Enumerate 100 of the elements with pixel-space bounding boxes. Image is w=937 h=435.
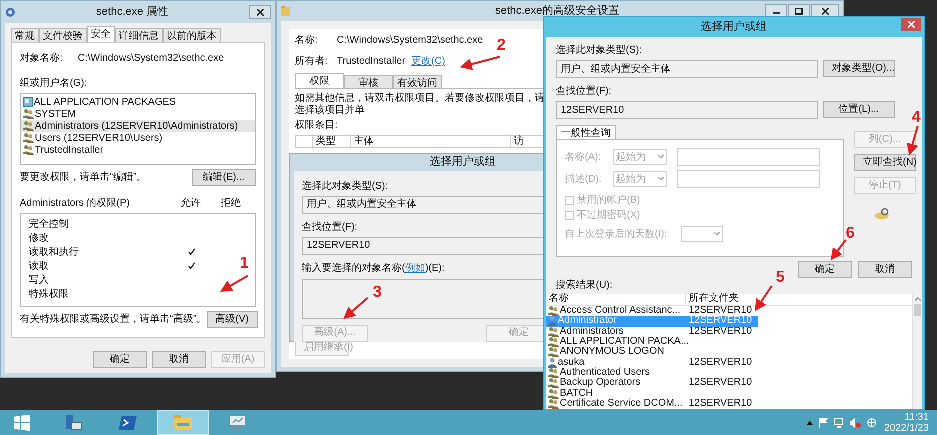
list-item[interactable]: ALL APPLICATION PACKAGES <box>21 96 255 108</box>
label: 输入要选择的对象名称(例如)(E): <box>302 262 446 276</box>
button[interactable]: 取消 <box>858 261 912 278</box>
close-button[interactable] <box>249 5 271 19</box>
label: 所有者: <box>295 54 329 69</box>
permission-name: 写入 <box>29 274 50 288</box>
scroll-thumb[interactable] <box>914 304 921 316</box>
button[interactable]: 对象类型(O)... <box>823 60 895 77</box>
close-icon <box>256 8 264 16</box>
users-icon <box>548 347 559 358</box>
permission-name: 修改 <box>29 232 50 246</box>
result-row[interactable]: BATCH <box>546 388 758 399</box>
list-item[interactable]: Administrators (12SERVER10\Administrators) <box>21 120 255 132</box>
text-field[interactable] <box>677 170 820 188</box>
label: 描述(D): <box>565 172 603 186</box>
permission-name: 读取 <box>29 260 50 274</box>
tab[interactable]: 安全 <box>87 26 115 42</box>
scroll-up-icon <box>914 297 920 301</box>
button[interactable]: 确定 <box>93 351 147 368</box>
chevron-icon <box>658 177 664 181</box>
button[interactable]: 取消 <box>152 351 206 368</box>
dropdown[interactable] <box>681 226 723 242</box>
tab[interactable]: 有效访问 <box>393 75 442 88</box>
result-row[interactable]: Certificate Service DCOM... 12SERVER10 <box>546 398 758 409</box>
column-header[interactable]: 访 <box>510 134 524 149</box>
column-header[interactable]: 所在文件夹 <box>686 294 739 305</box>
scrollbar[interactable] <box>912 294 922 409</box>
label: 查找位置(F): <box>302 220 359 234</box>
label: 拒绝 <box>220 196 242 211</box>
taskbar-app[interactable] <box>157 410 209 435</box>
tab[interactable]: 文件校验 <box>39 28 87 42</box>
tab[interactable]: 权限 <box>295 73 344 88</box>
list-item[interactable]: SYSTEM <box>21 108 255 120</box>
user-icon <box>548 316 557 326</box>
label: 权限条目: <box>295 118 338 133</box>
users-icon <box>548 306 559 316</box>
list-item[interactable]: TrustedInstaller <box>21 144 255 156</box>
result-row[interactable]: Backup Operators 12SERVER10 <box>546 378 758 388</box>
checkbox[interactable] <box>565 196 574 204</box>
step-number: 1 <box>240 256 249 272</box>
label: 搜索结果(U): <box>556 278 613 293</box>
button[interactable]: 确定 <box>798 261 852 278</box>
tab[interactable]: 一般性查询 <box>556 125 616 139</box>
step-number: 2 <box>497 38 506 54</box>
text-field[interactable]: 12SERVER10 <box>556 101 818 119</box>
window-title: 选择用户或组 <box>700 20 768 35</box>
file-path: C:\Windows\System32\sethc.exe <box>337 34 484 48</box>
owner-name: TrustedInstaller <box>337 55 406 69</box>
window-title: sethc.exe的高级安全设置 <box>494 4 621 19</box>
change-link[interactable]: 更改(C) <box>412 54 446 69</box>
tray-up-icon <box>806 420 812 424</box>
result-row[interactable]: ANONYMOUS LOGON <box>546 347 758 358</box>
close-icon <box>822 8 828 14</box>
users-icon <box>548 368 559 378</box>
button[interactable]: 位置(L)... <box>823 101 895 118</box>
text-field[interactable] <box>677 148 820 166</box>
button[interactable]: 高级(V) <box>206 311 258 328</box>
close-icon <box>908 21 914 28</box>
info-text: 如需其他信息，请双击权限项目。若要修改权限项目，请选择该项目并单 <box>295 93 545 117</box>
chevron-icon <box>658 155 664 159</box>
users-icon <box>23 121 34 131</box>
label: 允许 <box>180 196 202 211</box>
label: 有关特殊权限或高级设置，请单击“高级”。 <box>20 312 207 327</box>
clock-time: 11:31 <box>904 412 929 422</box>
tab[interactable]: 审核 <box>344 75 393 88</box>
tab[interactable]: 以前的版本 <box>163 28 221 42</box>
column-header[interactable]: 类型 <box>312 134 350 149</box>
result-row[interactable]: asuka 12SERVER10 <box>546 357 758 368</box>
user-icon <box>548 358 557 368</box>
label: 组或用户名(G): <box>20 76 88 91</box>
users-icon <box>548 378 559 388</box>
text-field[interactable]: 用户、组或内置安全主体 <box>556 60 818 78</box>
flag-icon <box>818 418 828 428</box>
checkbox[interactable] <box>565 210 574 220</box>
label: 名称(A): <box>565 150 602 164</box>
users-icon <box>23 109 34 119</box>
result-row[interactable]: Authenticated Users <box>546 368 758 378</box>
example-link[interactable]: 例如 <box>405 262 426 274</box>
window-title: 选择用户或组 <box>430 154 496 170</box>
column-header[interactable]: 名称 <box>546 294 686 305</box>
window-title: sethc.exe 属性 <box>95 4 170 20</box>
tab[interactable]: 详细信息 <box>115 28 163 42</box>
users-icon <box>548 398 559 409</box>
server-icon <box>64 414 82 430</box>
network-icon <box>834 418 844 428</box>
file-path: C:\Windows\System32\sethc.exe <box>78 52 224 66</box>
label: 名称: <box>295 34 319 48</box>
column-header[interactable]: 主体 <box>350 134 510 149</box>
users-icon <box>548 337 559 348</box>
speaker-muted-icon <box>850 418 860 428</box>
button[interactable]: 立即查找(N) <box>854 154 916 171</box>
tab[interactable]: 常规 <box>11 28 39 42</box>
windows-logo-icon <box>14 414 30 430</box>
permission-name: 读取和执行 <box>29 246 80 260</box>
label: 对象名称: <box>20 52 64 66</box>
step-number: 5 <box>776 270 785 286</box>
label: 禁用的帐户(B) <box>577 194 640 208</box>
step-number: 4 <box>912 110 921 126</box>
list-item[interactable]: Users (12SERVER10\Users) <box>21 132 255 144</box>
button[interactable]: 编辑(E)... <box>192 169 256 186</box>
